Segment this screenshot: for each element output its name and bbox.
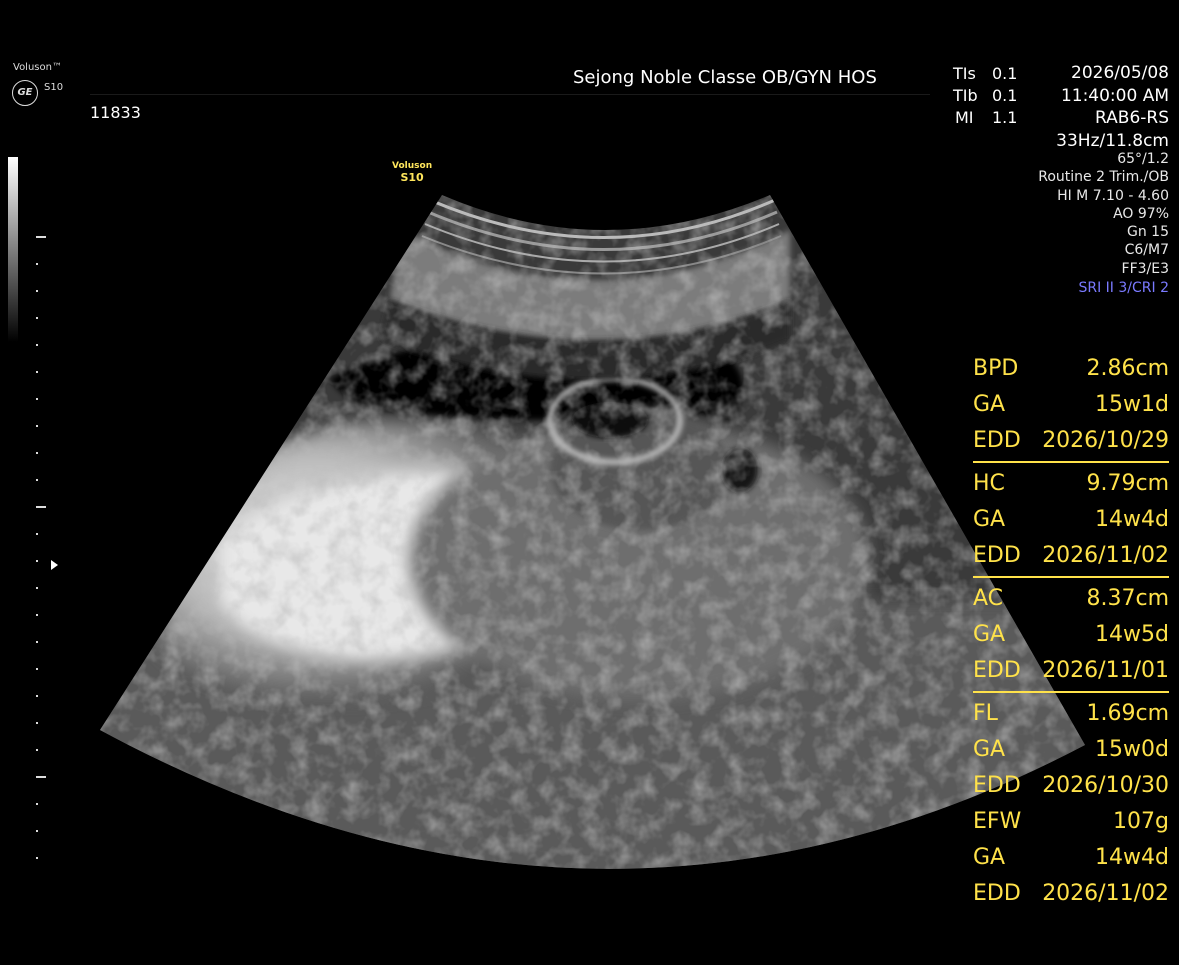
measurement-divider (973, 576, 1169, 578)
measurement-bpd-ga: GA 15w1d (973, 388, 1169, 424)
measurement-key: FL (973, 701, 998, 726)
measurement-value: 107g (1113, 809, 1169, 834)
measurement-ac-ga: GA 14w5d (973, 618, 1169, 654)
edd-value: 2026/11/02 (1042, 543, 1169, 568)
measurement-efw-edd: EDD 2026/11/02 (973, 877, 1169, 913)
measurement-divider (973, 461, 1169, 463)
measurement-key: EFW (973, 809, 1022, 834)
measurement-ac-edd: EDD 2026/11/01 (973, 654, 1169, 690)
ga-value: 14w4d (1095, 507, 1169, 532)
ga-value: 14w5d (1095, 622, 1169, 647)
measurement-hc-ga: GA 14w4d (973, 503, 1169, 539)
ga-label: GA (973, 622, 1006, 647)
measurement-value: 9.79cm (1086, 471, 1169, 496)
ga-label: GA (973, 392, 1006, 417)
edd-label: EDD (973, 543, 1021, 568)
ga-label: GA (973, 737, 1006, 762)
measurement-value: 2.86cm (1086, 356, 1169, 381)
measurement-fl-edd: EDD 2026/10/30 (973, 769, 1169, 805)
measurement-key: AC (973, 586, 1004, 611)
measurement-bpd-edd: EDD 2026/10/29 (973, 424, 1169, 460)
measurement-hc[interactable]: HC 9.79cm (973, 467, 1169, 503)
measurement-efw-ga: GA 14w4d (973, 841, 1169, 877)
measurement-value: 1.69cm (1086, 701, 1169, 726)
edd-value: 2026/11/02 (1042, 881, 1169, 906)
edd-value: 2026/10/30 (1042, 773, 1169, 798)
edd-label: EDD (973, 658, 1021, 683)
ga-value: 14w4d (1095, 845, 1169, 870)
ga-label: GA (973, 845, 1006, 870)
ga-value: 15w0d (1095, 737, 1169, 762)
edd-value: 2026/11/01 (1042, 658, 1169, 683)
measurement-bpd[interactable]: BPD 2.86cm (973, 352, 1169, 388)
measurement-divider (973, 691, 1169, 693)
measurement-hc-edd: EDD 2026/11/02 (973, 539, 1169, 575)
measurement-value: 8.37cm (1086, 586, 1169, 611)
edd-label: EDD (973, 881, 1021, 906)
edd-label: EDD (973, 428, 1021, 453)
measurement-key: BPD (973, 356, 1019, 381)
ga-value: 15w1d (1095, 392, 1169, 417)
ga-label: GA (973, 507, 1006, 532)
measurement-fl[interactable]: FL 1.69cm (973, 697, 1169, 733)
measurement-key: HC (973, 471, 1005, 496)
measurement-fl-ga: GA 15w0d (973, 733, 1169, 769)
measurement-ac[interactable]: AC 8.37cm (973, 582, 1169, 618)
edd-label: EDD (973, 773, 1021, 798)
edd-value: 2026/10/29 (1042, 428, 1169, 453)
measurement-efw[interactable]: EFW 107g (973, 805, 1169, 841)
